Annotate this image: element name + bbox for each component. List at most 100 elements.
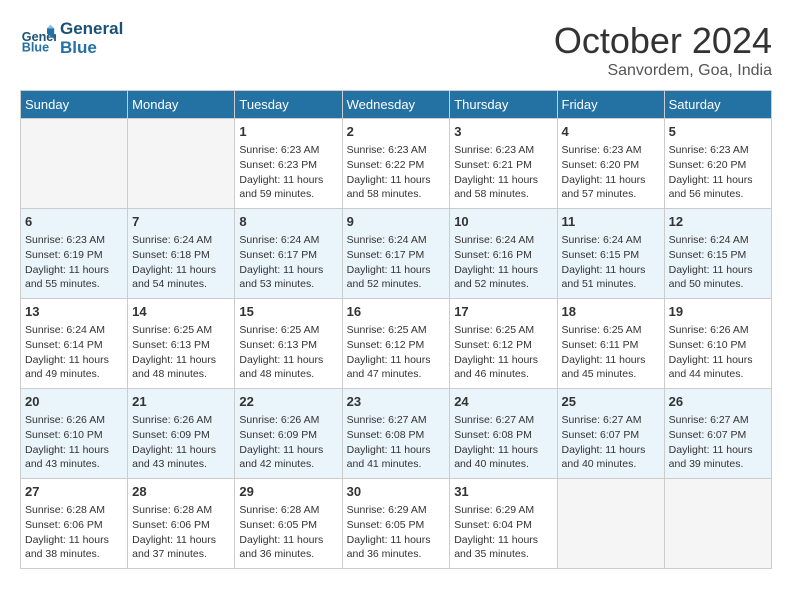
calendar-cell: 12Sunrise: 6:24 AMSunset: 6:15 PMDayligh… — [664, 209, 771, 299]
header-cell-thursday: Thursday — [450, 91, 557, 119]
daylight-text: Daylight: 11 hours and 57 minutes. — [562, 173, 660, 202]
sunrise-text: Sunrise: 6:23 AM — [562, 143, 660, 158]
sunrise-text: Sunrise: 6:28 AM — [239, 503, 337, 518]
calendar-cell: 10Sunrise: 6:24 AMSunset: 6:16 PMDayligh… — [450, 209, 557, 299]
calendar-cell: 15Sunrise: 6:25 AMSunset: 6:13 PMDayligh… — [235, 299, 342, 389]
day-number: 16 — [347, 303, 446, 321]
sunset-text: Sunset: 6:23 PM — [239, 158, 337, 173]
sunset-text: Sunset: 6:18 PM — [132, 248, 230, 263]
sunset-text: Sunset: 6:12 PM — [454, 338, 552, 353]
day-number: 26 — [669, 393, 767, 411]
sunrise-text: Sunrise: 6:24 AM — [25, 323, 123, 338]
header-cell-saturday: Saturday — [664, 91, 771, 119]
daylight-text: Daylight: 11 hours and 48 minutes. — [132, 353, 230, 382]
sunset-text: Sunset: 6:09 PM — [132, 428, 230, 443]
sunrise-text: Sunrise: 6:24 AM — [347, 233, 446, 248]
header-cell-monday: Monday — [128, 91, 235, 119]
sunrise-text: Sunrise: 6:27 AM — [562, 413, 660, 428]
daylight-text: Daylight: 11 hours and 41 minutes. — [347, 443, 446, 472]
calendar-cell: 17Sunrise: 6:25 AMSunset: 6:12 PMDayligh… — [450, 299, 557, 389]
calendar-cell: 23Sunrise: 6:27 AMSunset: 6:08 PMDayligh… — [342, 389, 450, 479]
sunset-text: Sunset: 6:20 PM — [562, 158, 660, 173]
day-number: 24 — [454, 393, 552, 411]
day-number: 30 — [347, 483, 446, 501]
calendar-header-row: SundayMondayTuesdayWednesdayThursdayFrid… — [21, 91, 772, 119]
calendar-cell — [21, 119, 128, 209]
day-number: 28 — [132, 483, 230, 501]
calendar-week-1: 1Sunrise: 6:23 AMSunset: 6:23 PMDaylight… — [21, 119, 772, 209]
calendar-cell: 30Sunrise: 6:29 AMSunset: 6:05 PMDayligh… — [342, 479, 450, 569]
header-cell-wednesday: Wednesday — [342, 91, 450, 119]
day-number: 13 — [25, 303, 123, 321]
sunrise-text: Sunrise: 6:27 AM — [669, 413, 767, 428]
daylight-text: Daylight: 11 hours and 46 minutes. — [454, 353, 552, 382]
day-number: 3 — [454, 123, 552, 141]
daylight-text: Daylight: 11 hours and 51 minutes. — [562, 263, 660, 292]
calendar-cell: 16Sunrise: 6:25 AMSunset: 6:12 PMDayligh… — [342, 299, 450, 389]
daylight-text: Daylight: 11 hours and 36 minutes. — [239, 533, 337, 562]
daylight-text: Daylight: 11 hours and 38 minutes. — [25, 533, 123, 562]
sunrise-text: Sunrise: 6:23 AM — [669, 143, 767, 158]
sunset-text: Sunset: 6:13 PM — [239, 338, 337, 353]
sunset-text: Sunset: 6:04 PM — [454, 518, 552, 533]
sunrise-text: Sunrise: 6:24 AM — [562, 233, 660, 248]
sunrise-text: Sunrise: 6:24 AM — [239, 233, 337, 248]
sunset-text: Sunset: 6:08 PM — [454, 428, 552, 443]
daylight-text: Daylight: 11 hours and 39 minutes. — [669, 443, 767, 472]
calendar-week-2: 6Sunrise: 6:23 AMSunset: 6:19 PMDaylight… — [21, 209, 772, 299]
daylight-text: Daylight: 11 hours and 35 minutes. — [454, 533, 552, 562]
sunrise-text: Sunrise: 6:25 AM — [132, 323, 230, 338]
sunrise-text: Sunrise: 6:28 AM — [25, 503, 123, 518]
calendar-cell: 9Sunrise: 6:24 AMSunset: 6:17 PMDaylight… — [342, 209, 450, 299]
calendar-week-3: 13Sunrise: 6:24 AMSunset: 6:14 PMDayligh… — [21, 299, 772, 389]
sunset-text: Sunset: 6:06 PM — [132, 518, 230, 533]
calendar-cell: 4 Sunrise: 6:23 AMSunset: 6:20 PMDaylight… — [557, 119, 664, 209]
day-number: 21 — [132, 393, 230, 411]
sunrise-text: Sunrise: 6:27 AM — [347, 413, 446, 428]
page-header: General Blue General Blue October 2024 S… — [20, 20, 772, 80]
daylight-text: Daylight: 11 hours and 40 minutes. — [562, 443, 660, 472]
daylight-text: Daylight: 11 hours and 36 minutes. — [347, 533, 446, 562]
calendar-table: SundayMondayTuesdayWednesdayThursdayFrid… — [20, 90, 772, 569]
day-number: 18 — [562, 303, 660, 321]
sunrise-text: Sunrise: 6:23 AM — [25, 233, 123, 248]
daylight-text: Daylight: 11 hours and 59 minutes. — [239, 173, 337, 202]
sunset-text: Sunset: 6:07 PM — [669, 428, 767, 443]
header-cell-friday: Friday — [557, 91, 664, 119]
calendar-cell — [664, 479, 771, 569]
calendar-cell: 20Sunrise: 6:26 AMSunset: 6:10 PMDayligh… — [21, 389, 128, 479]
month-title: October 2024 — [554, 20, 772, 62]
day-number: 10 — [454, 213, 552, 231]
sunset-text: Sunset: 6:05 PM — [347, 518, 446, 533]
sunset-text: Sunset: 6:17 PM — [239, 248, 337, 263]
day-number: 12 — [669, 213, 767, 231]
sunrise-text: Sunrise: 6:26 AM — [669, 323, 767, 338]
daylight-text: Daylight: 11 hours and 49 minutes. — [25, 353, 123, 382]
calendar-cell: 14Sunrise: 6:25 AMSunset: 6:13 PMDayligh… — [128, 299, 235, 389]
day-number: 4 — [562, 123, 660, 141]
day-number: 20 — [25, 393, 123, 411]
daylight-text: Daylight: 11 hours and 44 minutes. — [669, 353, 767, 382]
sunset-text: Sunset: 6:10 PM — [669, 338, 767, 353]
sunrise-text: Sunrise: 6:29 AM — [454, 503, 552, 518]
sunrise-text: Sunrise: 6:23 AM — [347, 143, 446, 158]
calendar-week-4: 20 Sunrise: 6:26 AM Sunset: 6:10 PM Dayligh… — [21, 389, 772, 479]
sunrise-text: Sunrise: 6:26 AM — [239, 413, 337, 428]
sunset-text: Sunset: 6:17 PM — [347, 248, 446, 263]
day-number: 31 — [454, 483, 552, 501]
calendar-cell: 11Sunrise: 6:24 AMSunset: 6:15 PMDayligh… — [557, 209, 664, 299]
calendar-body: 1Sunrise: 6:23 AMSunset: 6:23 PMDaylight… — [21, 119, 772, 569]
sunset-text: Sunset: 6:08 PM — [347, 428, 446, 443]
sunrise-text: Sunrise: 6:25 AM — [347, 323, 446, 338]
daylight-text: Daylight: 11 hours and 40 minutes. — [454, 443, 552, 472]
sunrise-text: Sunrise: 6:28 AM — [132, 503, 230, 518]
daylight-text: Daylight: 11 hours and 47 minutes. — [347, 353, 446, 382]
calendar-cell: 6Sunrise: 6:23 AMSunset: 6:19 PMDaylight… — [21, 209, 128, 299]
sunset-text: Sunset: 6:10 PM — [25, 428, 123, 443]
calendar-cell: 18Sunrise: 6:25 AMSunset: 6:11 PMDayligh… — [557, 299, 664, 389]
sunrise-text: Sunrise: 6:26 AM — [132, 413, 230, 428]
calendar-cell: 5Sunrise: 6:23 AMSunset: 6:20 PMDaylight… — [664, 119, 771, 209]
calendar-cell: 26 Sunrise: 6:27 AMSunset: 6:07 PMDayligh… — [664, 389, 771, 479]
calendar-cell: 21Sunrise: 6:26 AMSunset: 6:09 PMDayligh… — [128, 389, 235, 479]
daylight-text: Daylight: 11 hours and 37 minutes. — [132, 533, 230, 562]
